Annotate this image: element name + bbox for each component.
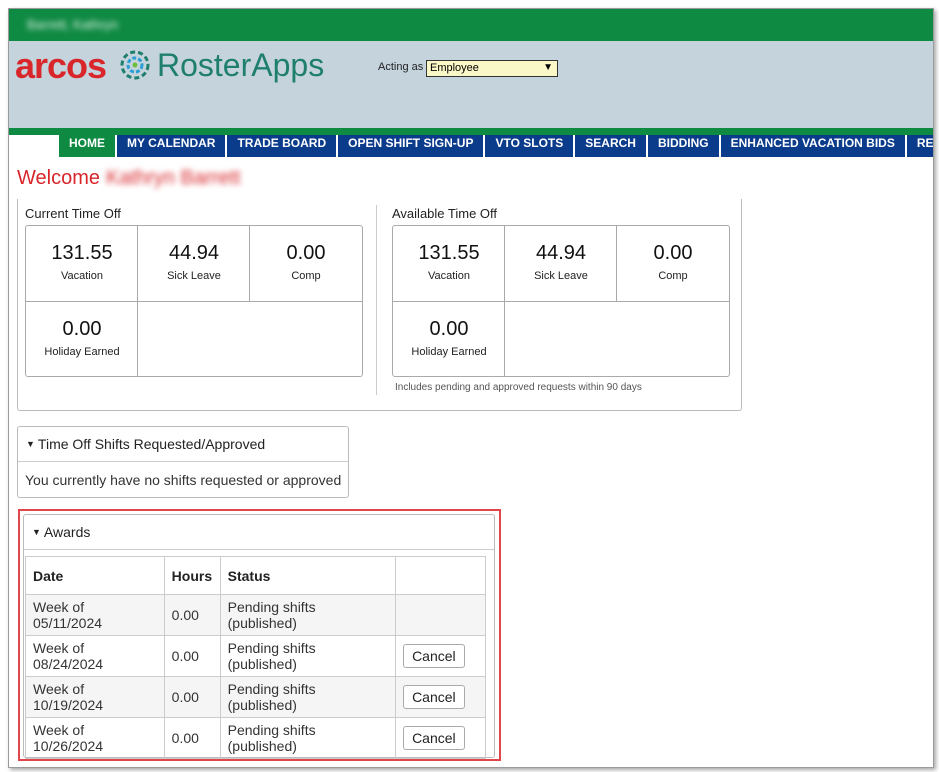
acting-as-label: Acting as xyxy=(378,61,424,73)
current-time-off-grid: 131.55 Vacation 44.94 Sick Leave 0.00 Co… xyxy=(25,225,363,377)
available-time-off-note: Includes pending and approved requests w… xyxy=(395,382,642,393)
header-divider xyxy=(9,128,933,135)
grid-line xyxy=(616,226,617,301)
grid-line xyxy=(393,301,729,302)
grid-line xyxy=(26,301,362,302)
available-vacation: 131.55 Vacation xyxy=(418,242,480,282)
available-comp: 0.00 Comp xyxy=(653,242,693,282)
available-holiday-earned: 0.00 Holiday Earned xyxy=(411,318,487,358)
current-sick-leave: 44.94 Sick Leave xyxy=(167,242,221,282)
time-off-shifts-header[interactable]: ▼ Time Off Shifts Requested/Approved xyxy=(18,427,348,462)
welcome-heading: Welcome Kathryn Barrett xyxy=(17,167,241,190)
time-off-shifts-panel: ▼ Time Off Shifts Requested/Approved You … xyxy=(17,426,349,498)
top-bar: Barrett, Kathryn xyxy=(9,9,933,41)
welcome-user-name: Kathryn Barrett xyxy=(106,167,241,189)
current-holiday-earned: 0.00 Holiday Earned xyxy=(44,318,120,358)
available-time-off-title: Available Time Off xyxy=(392,206,498,221)
summary-divider xyxy=(376,205,377,395)
user-name: Barrett, Kathryn xyxy=(27,17,119,32)
rosterapps-logo-text: RosterApps xyxy=(157,47,325,83)
acting-as-value: Employee xyxy=(430,62,479,74)
current-time-off-title: Current Time Off xyxy=(25,206,121,221)
welcome-prefix: Welcome xyxy=(17,167,100,189)
rosterapps-logo-icon xyxy=(120,50,150,80)
chevron-down-icon: ▼ xyxy=(543,62,553,73)
available-time-off-grid: 131.55 Vacation 44.94 Sick Leave 0.00 Co… xyxy=(392,225,730,377)
arcos-logo: arcos xyxy=(15,45,107,86)
current-comp: 0.00 Comp xyxy=(286,242,326,282)
grid-line xyxy=(249,226,250,301)
available-sick-leave: 44.94 Sick Leave xyxy=(534,242,588,282)
app-header: arcos RosterApps Acting as Employee ▼ HO… xyxy=(9,41,933,157)
caret-down-icon: ▼ xyxy=(26,439,35,449)
awards-highlight-box xyxy=(18,509,501,761)
acting-as-select[interactable]: Employee ▼ xyxy=(426,60,558,77)
time-off-shifts-message: You currently have no shifts requested o… xyxy=(25,472,342,488)
time-off-shifts-title: Time Off Shifts Requested/Approved xyxy=(37,436,266,452)
current-vacation: 131.55 Vacation xyxy=(51,242,113,282)
browser-frame: Barrett, Kathryn arcos RosterApps Acting… xyxy=(8,8,934,768)
